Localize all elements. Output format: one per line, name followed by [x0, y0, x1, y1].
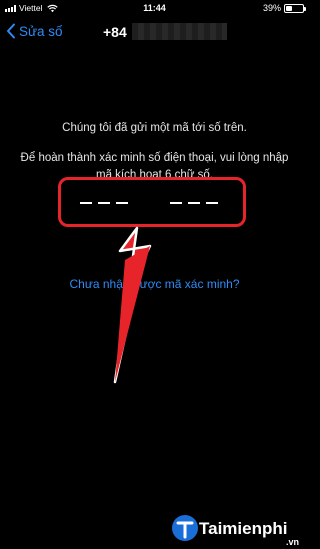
- code-slot-1: [80, 202, 92, 204]
- verification-code-input[interactable]: [58, 177, 246, 227]
- status-bar: Viettel 11:44 39%: [0, 0, 309, 18]
- back-button[interactable]: Sửa số: [6, 23, 63, 39]
- watermark-text: Taimienphi: [199, 519, 287, 538]
- battery-icon: [284, 3, 306, 13]
- code-slot-5: [188, 202, 200, 204]
- code-slot-6: [206, 202, 218, 204]
- code-sent-message: Chúng tôi đã gửi một mã tới số trên.: [62, 122, 247, 134]
- phone-prefix: +84: [103, 23, 127, 40]
- status-right: 39%: [262, 3, 306, 13]
- battery-cap: [304, 6, 306, 11]
- phone-number-title: +84: [103, 23, 227, 40]
- code-slot-3: [116, 202, 128, 204]
- code-slot-2: [98, 202, 110, 204]
- taimienphi-logo: Taimienphi .vn: [172, 515, 299, 547]
- watermark-suffix: .vn: [286, 537, 299, 547]
- annotation-arrow-icon: [113, 226, 152, 384]
- battery-percent: 39%: [262, 3, 281, 13]
- navigation-bar: Sửa số +84: [0, 18, 309, 48]
- masked-phone-number: [131, 23, 227, 40]
- battery-level-fill: [286, 5, 293, 11]
- resend-code-link[interactable]: Chưa nhận được mã xác minh?: [0, 277, 309, 291]
- chevron-left-icon: [7, 23, 15, 39]
- code-slot-4: [170, 202, 182, 204]
- back-button-label: Sửa số: [19, 23, 63, 39]
